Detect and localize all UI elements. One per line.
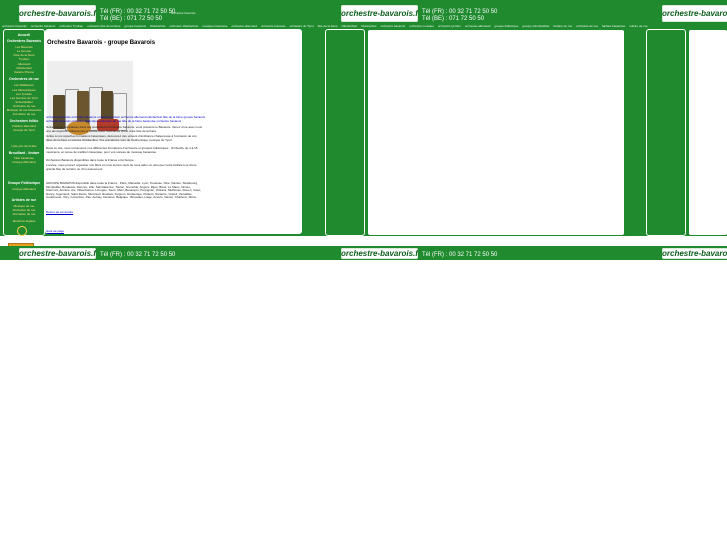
phone-fr-bottom-2: Tél (FR) : 00 32 71 72 50 50 (422, 252, 498, 258)
site-logo[interactable]: orchestre-bavarois.fr (19, 5, 96, 22)
sidebar-item[interactable]: Groupe Allemand (5, 160, 43, 164)
site-logo-bottom[interactable]: orchestre-bavarois.fr (19, 248, 96, 259)
top-link[interactable]: Haut de page (46, 229, 64, 233)
sidebar-item[interactable]: Tyrolien (5, 57, 43, 61)
phone-fr: Tél (FR) : 00 32 71 72 50 50 (100, 9, 176, 15)
sidebar-section-rue: Orchestres de rue (9, 77, 39, 81)
sidebar-item[interactable]: Galerie Photos (5, 70, 43, 74)
page-title: Orchestre Bavarois - groupe Bavarois (47, 40, 156, 46)
sidebar-section-groupe: Groupe Folklorique (7, 181, 41, 185)
phone-fr-2: Tél (FR) : 00 32 71 72 50 50 (422, 9, 498, 15)
sidebar-section-bavarois: Orchestres Bavarois (6, 39, 42, 43)
intro-paragraph: Notre équipe spécialisée dans les presta… (46, 126, 202, 133)
sidebar-home[interactable]: Accueil (5, 33, 43, 37)
sidebar-item[interactable]: Groupe de Tyrol (5, 128, 43, 132)
sidebar-item[interactable]: Groupe Allemand (5, 187, 43, 191)
tile-sidebar (325, 29, 365, 236)
paragraph: Grâce à nos superbes formations bavarois… (46, 135, 197, 142)
sidebar: Accueil Orchestres Bavarois Les Bavarois… (3, 29, 45, 236)
header-tagline: orchestre bavarois (171, 11, 196, 15)
site-logo-bottom-3[interactable]: orchestre-bavarois.fr (662, 248, 727, 259)
sidebar-item[interactable]: Mentions légales (5, 219, 43, 223)
paragraph: L'année, vous pouvez organiser vos fêtes… (46, 164, 197, 171)
paragraph: Dans ce site, vous retrouverez nos diffé… (46, 147, 198, 154)
smiley-icon (17, 226, 27, 236)
nav-link[interactable]: culture de rue (629, 24, 647, 29)
phone-be: Tél (BE) : 071 72 50 50 (100, 16, 163, 22)
sidebar-section-brouillard: Brouillard - lindwe (8, 151, 40, 155)
sidebar-section-artistes: Artistes de rue (11, 198, 37, 202)
sidebar-item[interactable]: Les Waldeener (5, 83, 43, 87)
back-link[interactable]: Retour au sommaire (46, 210, 73, 214)
cities-paragraph: GROUPE BAVAROIS disponible dans toute la… (46, 182, 202, 200)
sidebar-item[interactable]: Animation de rue (5, 212, 43, 216)
tile-sidebar-2 (646, 29, 686, 236)
sidebar-item[interactable]: Animation de rue (5, 112, 43, 116)
sidebar-item[interactable]: Liste prix de la fête (5, 144, 43, 148)
site-logo-bottom-2[interactable]: orchestre-bavarois.fr (341, 248, 418, 259)
keyword-links-2[interactable]: orchestre bavarois orchestre folklorique… (46, 119, 206, 123)
phone-fr-bottom: Tél (FR) : 00 32 71 72 50 50 (100, 252, 176, 258)
site-logo-2[interactable]: orchestre-bavarois.fr (341, 5, 418, 22)
main-content: Orchestre Bavarois - groupe Bavarois orc… (45, 29, 302, 234)
site-logo-3[interactable]: orchestre-bavarois.fr (662, 5, 727, 22)
sidebar-section-folklo: Orchestres folklo (9, 119, 39, 123)
tile-main (367, 29, 625, 236)
phone-be-2: Tél (BE) : 071 72 50 50 (422, 16, 485, 22)
paragraph: Orchestres Bavarois disponibles dans tou… (46, 159, 135, 162)
tile-main-2 (688, 29, 727, 236)
